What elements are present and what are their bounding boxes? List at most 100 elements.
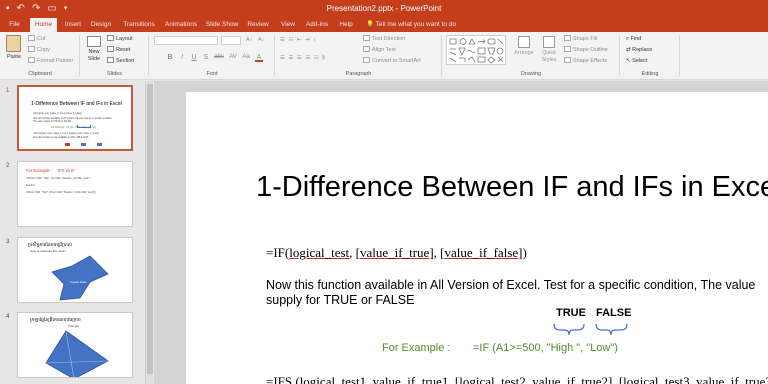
font-group-label: Font (206, 71, 218, 77)
underline-button[interactable]: U (190, 53, 198, 62)
shrink-font-icon[interactable]: A↓ (258, 36, 264, 44)
find-label: Find (630, 36, 642, 42)
slide-thumbnail-3[interactable]: ប្រសិទ្ធភាព​នៃ​ការ​ប្រើ​ប្រាស់ How to ca… (17, 237, 133, 303)
formula-arg-value-if-false: value_if_false (444, 245, 519, 260)
text-direction-button[interactable]: Text Direction (363, 35, 405, 43)
align-text-label: Align Text (372, 47, 396, 53)
shape-effects-button[interactable]: Shape Effects (564, 57, 607, 65)
editing-group: ⌕ Find ⇄ Replace ↖ Select Editing (620, 32, 680, 80)
if-formula-line[interactable]: =IF(logical_test, [value_if_true], [valu… (266, 245, 527, 261)
slide-body-text[interactable]: Now this function available in All Versi… (266, 278, 768, 308)
tab-slide-show[interactable]: Slide Show (204, 18, 240, 32)
alignment-icons[interactable]: ☰ ☰ ☰ ☰ ☷ ⫼ (280, 54, 326, 62)
thumbnail-marker (81, 143, 86, 146)
slide-title[interactable]: 1-Difference Between IF and IFs in Excel (256, 170, 768, 204)
section-button[interactable]: Section (107, 57, 134, 65)
reset-button[interactable]: Reset (107, 46, 130, 54)
smartart-icon (363, 57, 370, 63)
example-formula: =IF (A1>=500, "High ", "Low") (473, 342, 618, 354)
layout-button[interactable]: Layout (107, 35, 133, 43)
thumbnail-number: 2 (6, 163, 10, 169)
font-color-button[interactable]: A (255, 53, 263, 62)
tab-file[interactable]: File (6, 18, 23, 32)
paste-icon[interactable] (6, 35, 21, 52)
shape-outline-label: Shape Outline (573, 47, 608, 53)
true-label: TRUE (556, 307, 586, 319)
strikethrough-button[interactable]: abc (213, 53, 225, 62)
new-slide-label-2[interactable]: Slide (82, 56, 106, 63)
effects-icon (564, 57, 571, 63)
ribbon-tabs: File Home Insert Design Transitions Anim… (0, 17, 768, 32)
thumbnail-scrollbar[interactable] (145, 81, 153, 384)
thumbnail-number: 1 (6, 88, 10, 94)
change-case-button[interactable]: Aa (241, 53, 251, 62)
quick-styles-label-2[interactable]: Styles (537, 57, 561, 64)
cut-icon (28, 35, 35, 41)
tab-help[interactable]: Help (338, 18, 354, 32)
new-slide-icon[interactable] (87, 36, 101, 47)
shape-effects-label: Shape Effects (573, 58, 608, 64)
shadow-button[interactable]: S (202, 53, 210, 62)
tell-me-box[interactable]: 💡 Tell me what you want to do (366, 18, 456, 32)
bold-button[interactable]: B (166, 53, 174, 62)
slide-thumbnail-4[interactable]: ក្រឡាផ្ទៃ​នៃ​ត្រីកោណ​ខាងក្រោម Triangle (17, 312, 133, 378)
slide-thumbnail-2[interactable]: For Example : IFS vs IF =IFS(A1>=500, "H… (17, 161, 133, 227)
select-label: Select (632, 58, 648, 64)
false-label: FALSE (596, 307, 632, 319)
cut-button[interactable]: Cut (28, 35, 46, 43)
new-slide-label-1[interactable]: New (82, 49, 106, 56)
tab-add-ins[interactable]: Add-ins (304, 18, 330, 32)
format-painter-button[interactable]: Format Painter (28, 57, 73, 65)
arrange-icon[interactable] (518, 36, 530, 48)
copy-button[interactable]: Copy (28, 46, 50, 54)
tab-design[interactable]: Design (89, 18, 113, 32)
pen-icon (564, 46, 571, 52)
shape-fill-button[interactable]: Shape Fill (564, 35, 597, 43)
brace-annotations (553, 323, 628, 336)
thumbnail-title: ក្រឡាផ្ទៃ​នៃ​ត្រីកោណ​ខាងក្រោម (30, 317, 81, 322)
tab-animations[interactable]: Animations (162, 18, 200, 32)
tab-insert[interactable]: Insert (62, 18, 84, 32)
thumbnail-line: =IF(A1>=500, "High", IF(A1>=300, "Medium… (26, 191, 96, 194)
convert-smartart-button[interactable]: Convert to SmartArt (363, 57, 421, 65)
paste-button[interactable]: Paste (2, 54, 26, 61)
tab-home[interactable]: Home (30, 18, 57, 32)
copy-label: Copy (37, 47, 50, 53)
current-slide-canvas[interactable]: 1-Difference Between IF and IFs in Excel… (186, 92, 768, 384)
clipboard-group-label: Clipboard (28, 71, 52, 77)
select-button[interactable]: ↖ Select (626, 57, 647, 65)
thumbnail-number: 3 (6, 239, 10, 245)
thumbnail-line: =IFS(A1>=500, "High", A1>=300, "Medium",… (26, 177, 90, 180)
italic-button[interactable]: I (178, 53, 186, 62)
shapes-gallery[interactable] (446, 35, 506, 65)
thumbnail-title-2: IFS vs IF (58, 168, 75, 173)
thumbnail-line: Result is (26, 184, 36, 187)
tab-review[interactable]: Review (246, 18, 270, 32)
irregular-shape (51, 255, 109, 301)
formula-sep: ], [ (429, 245, 445, 260)
find-button[interactable]: ⌕ Find (626, 35, 641, 43)
slide-thumbnail-1[interactable]: 1-Difference Between IF and IFs in Excel… (17, 85, 133, 151)
scrollbar-thumb[interactable] (147, 84, 153, 374)
character-spacing-button[interactable]: AV (228, 53, 238, 62)
align-text-icon (363, 46, 370, 52)
quick-styles-icon[interactable] (543, 36, 555, 48)
ifs-formula-line[interactable]: =IFS (logical_test1, value_if_true1, [lo… (266, 374, 768, 384)
arrange-button[interactable]: Arrange (512, 50, 536, 57)
replace-button[interactable]: ⇄ Replace (626, 46, 652, 54)
tab-transitions[interactable]: Transitions (120, 18, 158, 32)
shapes-gallery-icon (449, 38, 504, 64)
shape-outline-button[interactable]: Shape Outline (564, 46, 608, 54)
ribbon: Paste Cut Copy Format Painter Clipboard … (0, 32, 768, 80)
font-name-dropdown[interactable] (154, 36, 218, 45)
example-label: For Example : (382, 342, 451, 354)
false-brace (595, 323, 628, 336)
grow-font-icon[interactable]: A↑ (246, 36, 252, 44)
thumbnail-title: ប្រសិទ្ធភាព​នៃ​ការ​ប្រើ​ប្រាស់ (28, 242, 73, 247)
bullets-numbering-icons[interactable]: ☰ ☷ ⇤ ⇥ ↕ (280, 36, 317, 44)
font-size-dropdown[interactable] (221, 36, 241, 45)
quick-styles-label-1[interactable]: Quick (537, 50, 561, 57)
tab-view[interactable]: View (279, 18, 297, 32)
align-text-button[interactable]: Align Text (363, 46, 396, 54)
body-line: Now this function available in All Versi… (266, 278, 756, 292)
